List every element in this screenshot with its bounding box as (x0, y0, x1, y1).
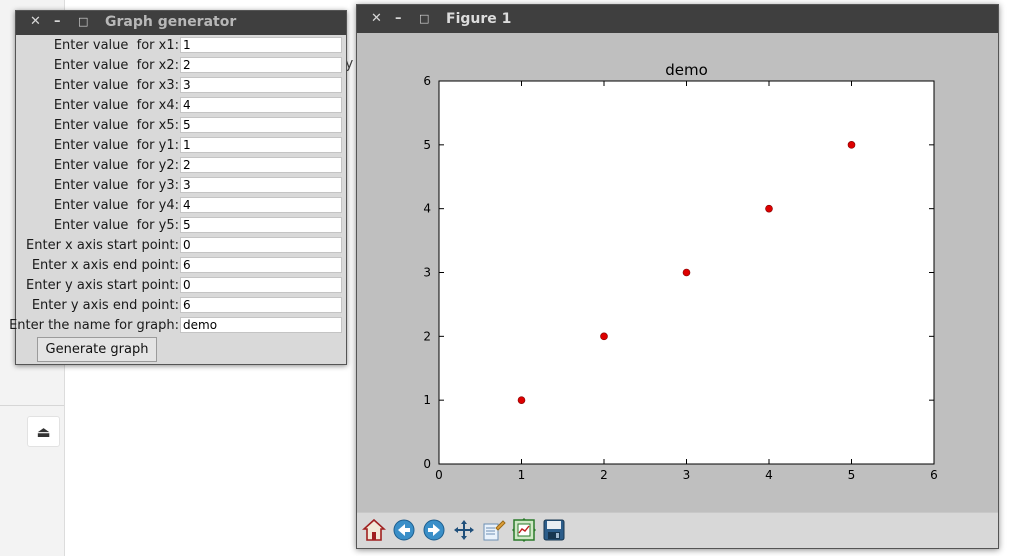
sidebar-divider (0, 405, 64, 406)
minimize-icon[interactable]: – (395, 11, 402, 26)
value-input[interactable] (180, 77, 342, 93)
maximize-icon[interactable]: □ (78, 15, 88, 28)
field-label: Enter x axis end point: (31, 258, 179, 273)
x-tick-label: 2 (600, 468, 608, 482)
value-input[interactable] (180, 277, 342, 293)
generator-titlebar[interactable]: ✕ – □ Graph generator (16, 11, 346, 35)
data-point (847, 141, 856, 149)
pan-move-icon[interactable] (451, 517, 477, 543)
form-row: Enter value for y1: (16, 136, 346, 156)
maximize-icon[interactable]: □ (419, 12, 429, 25)
form-row: Enter value for x5: (16, 116, 346, 136)
form-row: Enter value for y5: (16, 216, 346, 236)
y-tick-label: 6 (423, 74, 431, 88)
value-input[interactable] (180, 237, 342, 253)
close-icon[interactable]: ✕ (371, 11, 382, 26)
value-input[interactable] (180, 157, 342, 173)
scatter-plot: demo 0 1 2 3 4 5 6 0 1 2 3 4 5 6 (423, 61, 938, 482)
field-label: Enter y axis end point: (31, 298, 179, 313)
y-tick-label: 3 (423, 266, 431, 280)
zoom-rect-icon[interactable] (481, 517, 507, 543)
value-input[interactable] (180, 197, 342, 213)
x-tick-label: 3 (683, 468, 691, 482)
field-label: Enter value for y4: (53, 198, 179, 213)
data-point (600, 332, 608, 341)
field-label: Enter value for y2: (53, 158, 179, 173)
x-tick-label: 5 (848, 468, 856, 482)
field-label: Enter the name for graph: (9, 318, 179, 333)
y-tick-label: 5 (423, 138, 431, 152)
figure-titlebar[interactable]: ✕ – □ Figure 1 (357, 5, 998, 33)
field-label: Enter value for x1: (53, 38, 179, 53)
form-row: Enter value for y4: (16, 196, 346, 216)
field-label: Enter value for y5: (53, 218, 179, 233)
x-tick-label: 6 (930, 468, 938, 482)
form-row: Enter x axis start point: (16, 236, 346, 256)
minimize-icon[interactable]: – (54, 14, 61, 29)
generate-graph-button[interactable]: Generate graph (37, 337, 157, 362)
form-row: Enter y axis end point: (16, 296, 346, 316)
data-point (517, 396, 526, 404)
field-label: Enter value for x3: (53, 78, 179, 93)
form-row: Enter value for x2: (16, 56, 346, 76)
chart-title: demo (665, 61, 708, 79)
forward-arrow-icon[interactable] (421, 517, 447, 543)
value-input[interactable] (180, 37, 342, 53)
close-icon[interactable]: ✕ (30, 14, 41, 29)
y-tick-label: 0 (423, 457, 431, 471)
graph-generator-window: ✕ – □ Graph generator Enter value for x1… (9, 10, 347, 365)
window-title: Figure 1 (446, 11, 512, 27)
value-input[interactable] (180, 257, 342, 273)
field-label: Enter y axis start point: (26, 278, 179, 293)
value-input[interactable] (180, 297, 342, 313)
value-input[interactable] (180, 137, 342, 153)
field-label: Enter value for y3: (53, 178, 179, 193)
figure-window: ✕ – □ Figure 1 demo 0 1 2 3 4 5 6 0 1 2 3 4 5 6 (356, 4, 999, 549)
value-input[interactable] (180, 57, 342, 73)
field-label: Enter value for x2: (53, 58, 179, 73)
value-input[interactable] (180, 217, 342, 233)
save-disk-icon[interactable] (541, 517, 567, 543)
y-tick-label: 1 (423, 393, 431, 407)
form-row: Enter value for x3: (16, 76, 346, 96)
back-arrow-icon[interactable] (391, 517, 417, 543)
x-tick-label: 0 (435, 468, 443, 482)
x-tick-label: 1 (518, 468, 526, 482)
field-label: Enter value for x4: (53, 98, 179, 113)
field-label: Enter x axis start point: (26, 238, 179, 253)
value-input[interactable] (180, 117, 342, 133)
field-label: Enter value for x5: (53, 118, 179, 133)
figure-toolbar (357, 512, 998, 548)
home-icon[interactable] (361, 517, 387, 543)
form-row: Enter value for x1: (16, 36, 346, 56)
data-point (765, 204, 773, 213)
form-row: Enter y axis start point: (16, 276, 346, 296)
eject-icon[interactable]: ⏏ (27, 416, 60, 447)
form-row: Enter value for x4: (16, 96, 346, 116)
window-title: Graph generator (105, 14, 237, 30)
value-input[interactable] (180, 317, 342, 333)
form-row: Enter value for y3: (16, 176, 346, 196)
y-tick-label: 4 (423, 202, 431, 216)
form-row: Enter value for y2: (16, 156, 346, 176)
subplots-config-icon[interactable] (511, 517, 537, 543)
field-label: Enter value for y1: (53, 138, 179, 153)
form-row: Enter x axis end point: (16, 256, 346, 276)
data-point (682, 268, 691, 277)
form-row: Enter the name for graph: (9, 316, 346, 336)
x-tick-label: 4 (765, 468, 773, 482)
y-tick-label: 2 (423, 329, 431, 343)
value-input[interactable] (180, 177, 342, 193)
value-input[interactable] (180, 97, 342, 113)
